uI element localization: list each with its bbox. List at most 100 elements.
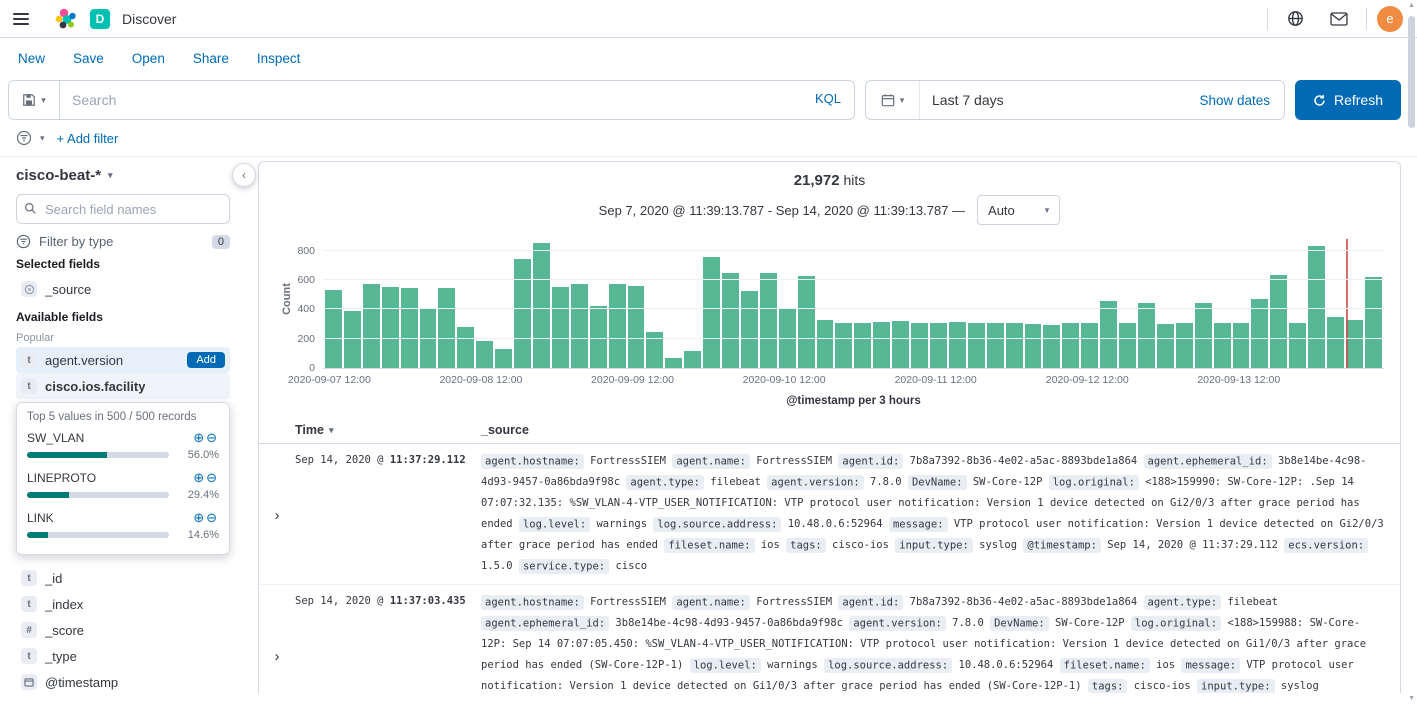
field-item-agent.version[interactable]: t agent.version Add (16, 347, 230, 373)
chevron-down-icon[interactable]: ▾ (40, 133, 45, 144)
zoom-in-icon[interactable]: ⊕ (193, 470, 206, 485)
index-pattern-select[interactable]: cisco-beat-* ▾ (16, 167, 230, 184)
histogram-bar[interactable] (1270, 274, 1288, 368)
histogram-bar[interactable] (1327, 316, 1344, 368)
histogram-bar[interactable] (627, 285, 645, 368)
histogram-bar[interactable] (362, 284, 380, 368)
histogram-bar[interactable] (911, 322, 928, 368)
field-item-_score[interactable]: # _score (16, 617, 230, 643)
histogram-bar[interactable] (1289, 322, 1307, 368)
histogram-bar[interactable] (684, 351, 702, 368)
histogram-bar[interactable] (1194, 302, 1212, 368)
field-search-input[interactable] (16, 194, 230, 224)
histogram-bar[interactable] (1175, 322, 1193, 368)
histogram-bar[interactable] (476, 340, 494, 368)
add-field-button[interactable]: Add (187, 352, 225, 368)
nav-item-open[interactable]: Open (132, 51, 165, 66)
histogram-bar[interactable] (1119, 322, 1136, 368)
mail-icon[interactable] (1322, 5, 1356, 33)
field-item-_id[interactable]: t _id (16, 565, 230, 591)
histogram-bar[interactable] (665, 358, 683, 368)
zoom-in-icon[interactable]: ⊕ (193, 430, 206, 445)
histogram-bar[interactable] (816, 319, 834, 368)
calendar-menu-button[interactable]: ▾ (866, 81, 920, 119)
scroll-down-icon[interactable]: ▼ (1408, 695, 1415, 702)
histogram-bar[interactable] (967, 322, 985, 368)
histogram-bar[interactable] (1232, 322, 1250, 368)
content: ‹ cisco-beat-* ▾ Filter by type 0 Select… (0, 157, 1417, 693)
histogram-bar[interactable] (438, 288, 456, 368)
histogram-bar[interactable] (1156, 324, 1174, 368)
histogram-bar[interactable] (495, 348, 513, 368)
show-dates-button[interactable]: Show dates (1199, 93, 1284, 108)
search-input[interactable] (60, 80, 855, 120)
histogram-bar[interactable] (1100, 300, 1118, 368)
globe-icon[interactable] (1278, 5, 1312, 33)
time-range-value[interactable]: Last 7 days (920, 92, 1199, 108)
histogram-bar[interactable] (1005, 322, 1023, 368)
zoom-out-icon[interactable]: ⊖ (206, 470, 219, 485)
zoom-in-icon[interactable]: ⊕ (193, 510, 206, 525)
nav-item-save[interactable]: Save (73, 51, 104, 66)
zoom-out-icon[interactable]: ⊖ (206, 430, 219, 445)
histogram-bar[interactable] (514, 258, 531, 368)
filter-by-type-button[interactable]: Filter by type 0 (16, 234, 230, 249)
vertical-scrollbar[interactable]: ▲ ▼ (1405, 0, 1417, 704)
histogram-bar[interactable] (854, 322, 872, 368)
hamburger-menu-icon[interactable] (0, 0, 42, 37)
zoom-out-icon[interactable]: ⊖ (206, 510, 219, 525)
histogram-bar[interactable] (986, 323, 1004, 368)
histogram-bar[interactable] (873, 321, 891, 368)
deployment-badge[interactable]: D (90, 8, 110, 29)
histogram-bar[interactable] (740, 291, 758, 368)
field-item-cisco.ios.facility[interactable]: t cisco.ios.facility (16, 373, 230, 399)
histogram-bar[interactable] (551, 286, 569, 368)
histogram-bar[interactable] (948, 321, 966, 368)
histogram-bar[interactable] (608, 284, 626, 368)
avatar[interactable]: e (1377, 5, 1403, 32)
histogram-bar[interactable] (1081, 323, 1099, 368)
histogram-bar[interactable] (1024, 324, 1042, 368)
histogram-bar[interactable] (419, 309, 437, 368)
histogram-bar[interactable] (759, 273, 777, 368)
kql-toggle[interactable]: KQL (815, 91, 841, 106)
histogram-bar[interactable] (797, 275, 815, 368)
histogram-bar[interactable] (532, 242, 550, 368)
histogram-bar[interactable] (892, 321, 910, 368)
histogram-bar[interactable] (930, 323, 947, 368)
scroll-up-icon[interactable]: ▲ (1408, 2, 1415, 9)
histogram-bar[interactable] (1364, 277, 1382, 368)
field-item-_index[interactable]: t _index (16, 591, 230, 617)
time-column-header[interactable]: Time ▾ (295, 423, 481, 437)
histogram-bar[interactable] (1251, 299, 1269, 368)
histogram-bar[interactable] (570, 284, 588, 368)
scrollbar-thumb[interactable] (1408, 16, 1415, 128)
interval-select[interactable]: Auto ▾ (977, 195, 1061, 225)
field-item-@timestamp[interactable]: @timestamp (16, 669, 230, 693)
nav-item-new[interactable]: New (18, 51, 45, 66)
histogram-bar[interactable] (343, 310, 361, 368)
histogram-bar[interactable] (722, 273, 739, 368)
collapse-sidebar-button[interactable]: ‹ (232, 163, 256, 187)
field-item-_source[interactable]: _source (16, 276, 230, 302)
nav-item-share[interactable]: Share (193, 51, 229, 66)
histogram-bar[interactable] (1137, 302, 1155, 368)
histogram-bar[interactable] (1308, 245, 1326, 368)
refresh-button[interactable]: Refresh (1295, 80, 1401, 120)
add-filter-button[interactable]: + Add filter (57, 131, 119, 146)
histogram-bar[interactable] (1062, 322, 1080, 368)
histogram-bar[interactable] (835, 323, 853, 368)
saved-query-menu-button[interactable]: ▾ (8, 80, 60, 120)
histogram-bar[interactable] (457, 326, 475, 368)
nav-item-inspect[interactable]: Inspect (257, 51, 301, 66)
histogram-bar[interactable] (1043, 324, 1061, 368)
histogram-bar[interactable] (1345, 319, 1363, 368)
histogram-bar[interactable] (325, 290, 342, 368)
histogram-bar[interactable] (703, 256, 721, 368)
histogram-bar[interactable] (381, 286, 399, 368)
histogram-bar[interactable] (1213, 322, 1231, 368)
expand-row-button[interactable]: › (259, 451, 295, 577)
field-item-_type[interactable]: t _type (16, 643, 230, 669)
expand-row-button[interactable]: › (259, 592, 295, 693)
histogram-bar[interactable] (400, 288, 418, 368)
